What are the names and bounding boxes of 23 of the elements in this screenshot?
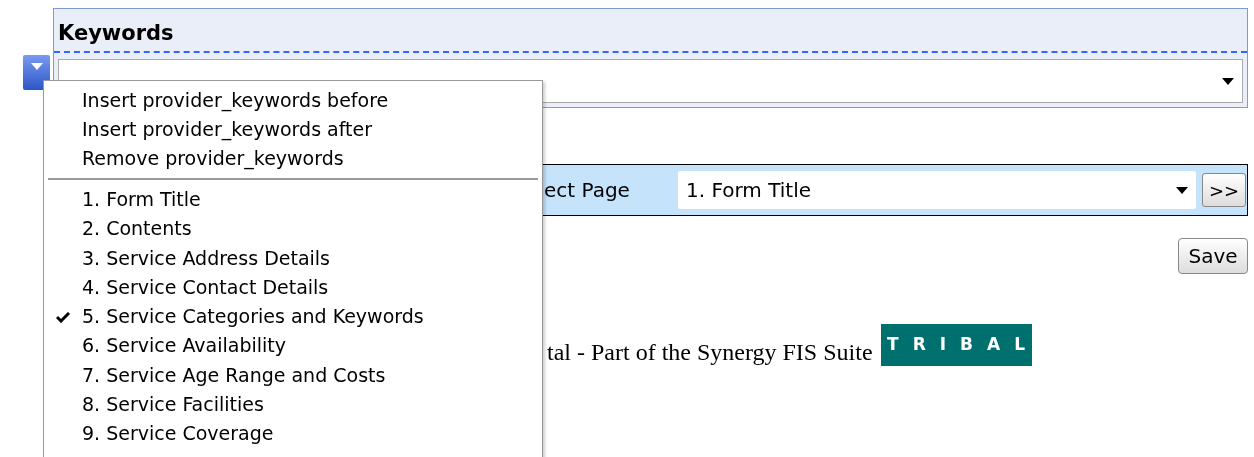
menu-item[interactable]: Insert provider_keywords before: [44, 86, 542, 115]
caret-icon: [1222, 77, 1234, 85]
footer-text: tal - Part of the Synergy FIS Suite: [547, 338, 873, 366]
menu-item[interactable]: 2. Contents: [44, 214, 542, 244]
caret-icon: [30, 63, 43, 70]
panel-title: Keywords: [54, 9, 1247, 53]
dropdown-button[interactable]: [23, 55, 50, 90]
page-selector-label: ect Page: [544, 177, 631, 204]
menu-item[interactable]: 9. Service Coverage: [44, 419, 542, 449]
menu-item[interactable]: 1. Form Title: [44, 185, 542, 215]
menu-item[interactable]: 6. Service Availability: [44, 331, 542, 361]
menu-item[interactable]: 4. Service Contact Details: [44, 272, 542, 303]
menu-item[interactable]: 5. Service Categories and Keywords: [44, 302, 542, 332]
save-button[interactable]: Save: [1178, 238, 1248, 274]
logo: TRIBAL: [880, 324, 1032, 366]
menu-item[interactable]: Insert provider_keywords after: [44, 115, 542, 144]
menu-item[interactable]: 7. Service Age Range and Costs: [44, 360, 542, 391]
menu-item[interactable]: 8. Service Facilities: [44, 390, 542, 420]
page-select[interactable]: 1. Form Title: [678, 171, 1196, 209]
menu-item[interactable]: 3. Service Address Details: [44, 243, 542, 273]
next-page-button[interactable]: >>: [1202, 173, 1246, 207]
menu-item[interactable]: Remove provider_keywords: [44, 144, 542, 173]
caret-icon: [1176, 186, 1188, 194]
